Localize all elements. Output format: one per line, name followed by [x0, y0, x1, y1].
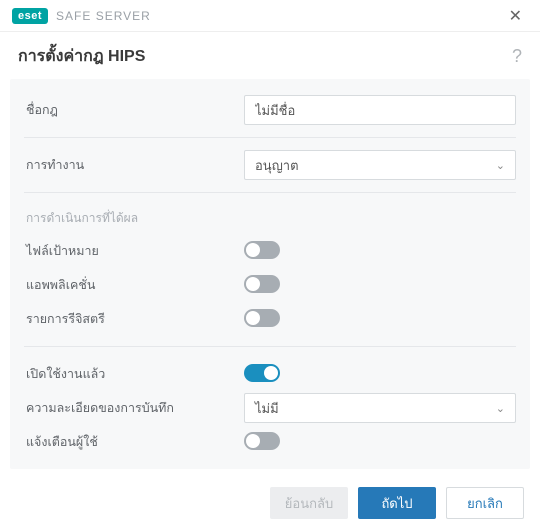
titlebar: eset SAFE SERVER ✕ [0, 0, 540, 32]
enabled-toggle[interactable] [244, 364, 280, 382]
action-select-value: อนุญาต [255, 155, 299, 176]
divider [24, 137, 516, 138]
log-detail-label: ความละเอียดของการบันทึก [24, 398, 244, 418]
row-log-detail: ความละเอียดของการบันทึก ไม่มี ⌄ [24, 391, 516, 425]
action-select[interactable]: อนุญาต ⌄ [244, 150, 516, 180]
registry-toggle[interactable] [244, 309, 280, 327]
row-action: การทำงาน อนุญาต ⌄ [24, 148, 516, 182]
applications-label: แอพพลิเคชั่น [24, 275, 244, 295]
settings-panel: ชื่อกฎ การทำงาน อนุญาต ⌄ การดำเนินการที่… [10, 79, 530, 469]
enabled-label: เปิดใช้งานแล้ว [24, 364, 244, 384]
log-detail-select-value: ไม่มี [255, 398, 279, 419]
page-header: การตั้งค่ากฎ HIPS ? [0, 32, 540, 79]
applications-toggle[interactable] [244, 275, 280, 293]
row-enabled: เปิดใช้งานแล้ว [24, 357, 516, 391]
registry-label: รายการรีจิสตรี [24, 309, 244, 329]
target-files-toggle[interactable] [244, 241, 280, 259]
rule-name-input[interactable] [244, 95, 516, 125]
rule-name-label: ชื่อกฎ [24, 100, 244, 120]
notify-toggle[interactable] [244, 432, 280, 450]
next-button[interactable]: ถัดไป [358, 487, 436, 519]
action-label: การทำงาน [24, 155, 244, 175]
row-target-files: ไฟล์เป้าหมาย [24, 234, 516, 268]
cancel-button[interactable]: ยกเลิก [446, 487, 524, 519]
divider [24, 192, 516, 193]
target-files-label: ไฟล์เป้าหมาย [24, 241, 244, 261]
chevron-down-icon: ⌄ [496, 402, 505, 415]
log-detail-select[interactable]: ไม่มี ⌄ [244, 393, 516, 423]
row-applications: แอพพลิเคชั่น [24, 268, 516, 302]
close-icon[interactable]: ✕ [503, 4, 528, 28]
notify-label: แจ้งเตือนผู้ใช้ [24, 432, 244, 452]
logo-badge: eset [12, 8, 48, 24]
row-registry: รายการรีจิสตรี [24, 302, 516, 336]
row-rule-name: ชื่อกฎ [24, 93, 516, 127]
affected-section-title: การดำเนินการที่ได้ผล [24, 203, 516, 234]
footer: ย้อนกลับ ถัดไป ยกเลิก [0, 469, 540, 519]
product-name: SAFE SERVER [56, 9, 151, 23]
page-title: การตั้งค่ากฎ HIPS [18, 44, 145, 69]
chevron-down-icon: ⌄ [496, 159, 505, 172]
back-button: ย้อนกลับ [270, 487, 348, 519]
divider [24, 346, 516, 347]
help-icon[interactable]: ? [512, 46, 522, 67]
row-notify: แจ้งเตือนผู้ใช้ [24, 425, 516, 459]
